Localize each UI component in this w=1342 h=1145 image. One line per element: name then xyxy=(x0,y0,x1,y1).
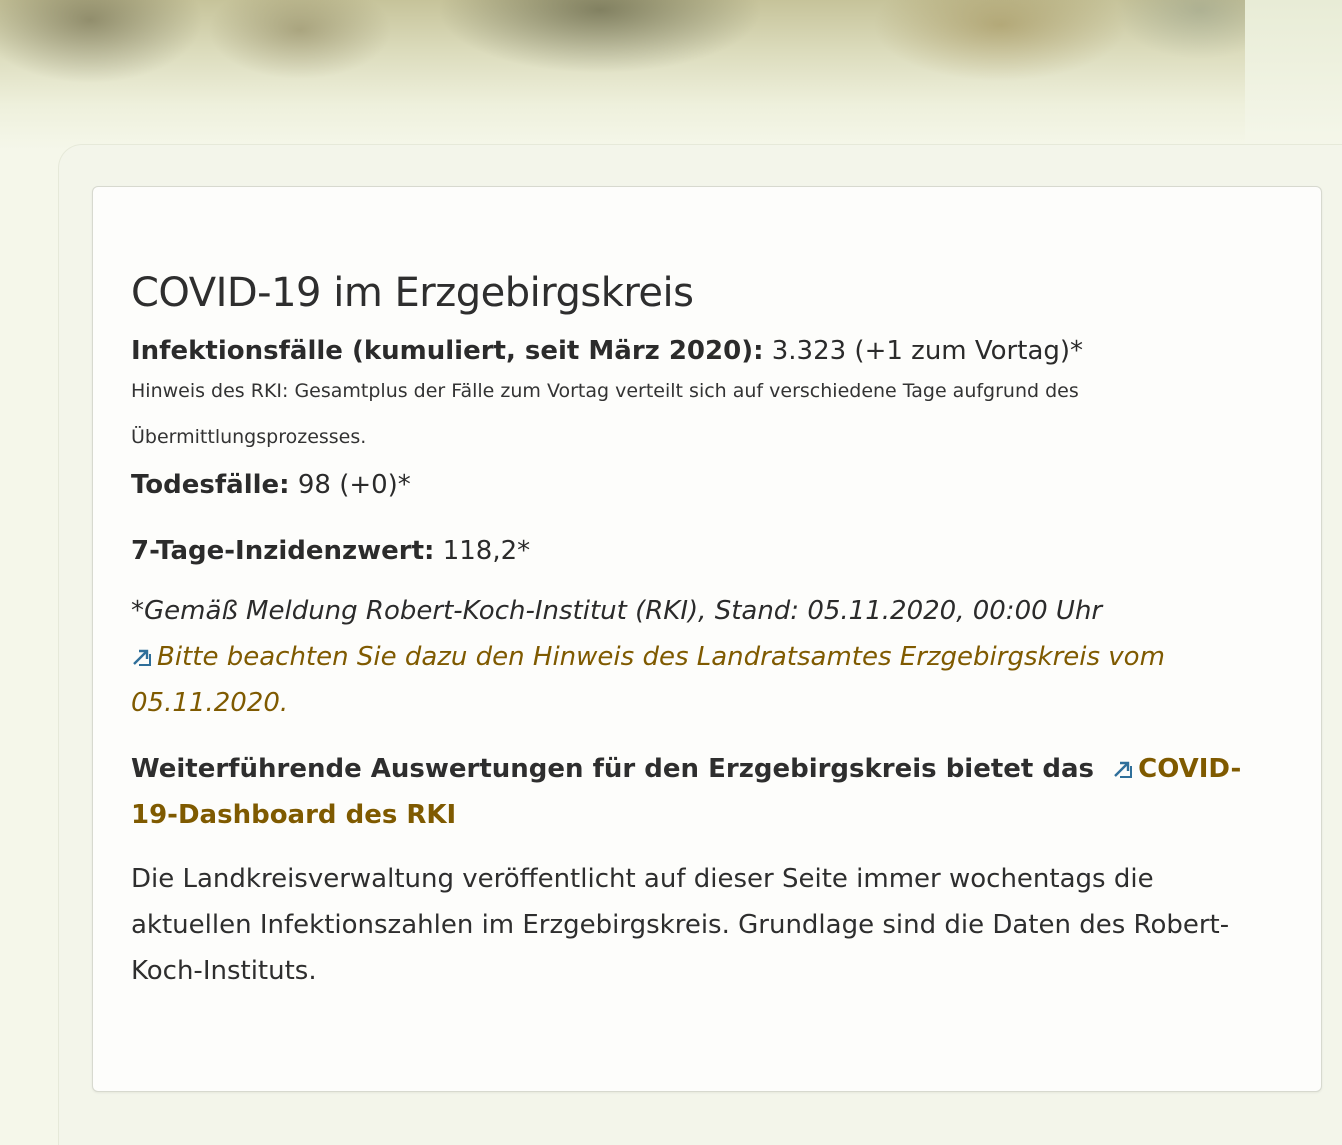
deaths-label: Todesfälle: xyxy=(131,470,290,500)
infections-value: 3.323 (+1 zum Vortag)* xyxy=(763,336,1084,366)
source-note-block: *Gemäß Meldung Robert-Koch-Institut (RKI… xyxy=(131,588,1251,726)
external-link-arrow-icon xyxy=(1112,748,1134,778)
description-paragraph: Die Landkreisverwaltung veröffentlicht a… xyxy=(131,864,1230,986)
infections-row: Infektionsfälle (kumuliert, seit März 20… xyxy=(131,334,1251,368)
covid-info-content: COVID-19 im Erzgebirgskreis Infektionsfä… xyxy=(131,262,1251,994)
incidence-label: 7-Tage-Inzidenzwert: xyxy=(131,536,435,566)
deaths-value: 98 (+0)* xyxy=(289,470,411,500)
header-side-strip xyxy=(1245,0,1342,150)
rki-note: Hinweis des RKI: Gesamtplus der Fälle zu… xyxy=(131,380,1079,448)
incidence-value: 118,2* xyxy=(434,536,531,566)
dashboard-row: Weiterführende Auswertungen für den Erzg… xyxy=(131,746,1251,838)
infections-label: Infektionsfälle (kumuliert, seit März 20… xyxy=(131,336,764,366)
landrat-notice-link[interactable]: Bitte beachten Sie dazu den Hinweis des … xyxy=(131,642,1165,718)
incidence-row: 7-Tage-Inzidenzwert: 118,2* xyxy=(131,534,1251,568)
deaths-row: Todesfälle: 98 (+0)* xyxy=(131,468,1251,502)
external-link-arrow-icon xyxy=(131,636,153,666)
page-title: COVID-19 im Erzgebirgskreis xyxy=(131,270,694,316)
landrat-notice-link-text: Bitte beachten Sie dazu den Hinweis des … xyxy=(131,642,1165,718)
header-banner-image xyxy=(0,0,1342,150)
dashboard-text: Weiterführende Auswertungen für den Erzg… xyxy=(131,754,1095,784)
source-note: *Gemäß Meldung Robert-Koch-Institut (RKI… xyxy=(131,596,1103,626)
